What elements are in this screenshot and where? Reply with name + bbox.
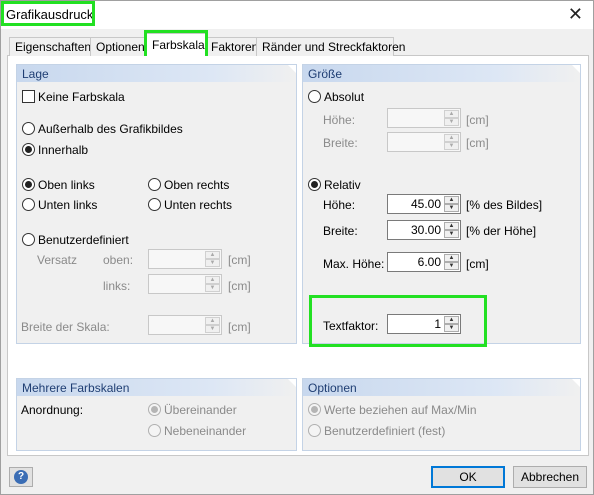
- tab-eigenschaften[interactable]: Eigenschaften: [9, 37, 91, 56]
- max-min-label: Werte beziehen auf Max/Min: [324, 403, 477, 417]
- group-groesse-header: Größe: [303, 65, 580, 82]
- dialog-window: Grafikausdruck ✕ Eigenschaften Optionen …: [0, 0, 594, 495]
- rel-height-spinner[interactable]: 45.00 ▲ ▼: [387, 194, 461, 214]
- outside-label: Außerhalb des Grafikbildes: [38, 122, 183, 136]
- group-optionen-header: Optionen: [303, 379, 580, 396]
- absolute-radio[interactable]: [308, 90, 321, 103]
- max-height-unit: [cm]: [466, 257, 489, 271]
- bottom-left-radio[interactable]: [22, 198, 35, 211]
- scale-width-label: Breite der Skala:: [21, 320, 110, 334]
- spin-down-icon[interactable]: ▼: [205, 284, 220, 292]
- max-min-radio[interactable]: [308, 403, 321, 416]
- side-by-side-radio[interactable]: [148, 424, 161, 437]
- abs-height-spinner[interactable]: ▲ ▼: [387, 108, 461, 128]
- top-left-radio[interactable]: [22, 178, 35, 191]
- arrangement-label: Anordnung:: [21, 403, 84, 417]
- max-height-label: Max. Höhe:: [323, 257, 385, 271]
- inside-label: Innerhalb: [38, 143, 89, 157]
- rel-width-label: Breite:: [323, 224, 358, 238]
- no-scale-checkbox[interactable]: [22, 90, 35, 103]
- spin-down-icon[interactable]: ▼: [444, 262, 459, 270]
- spin-down-icon[interactable]: ▼: [205, 325, 220, 333]
- top-left-label: Oben links: [38, 178, 95, 192]
- offset-top-unit: [cm]: [228, 253, 251, 267]
- custom-label: Benutzerdefiniert: [38, 233, 129, 247]
- outside-radio[interactable]: [22, 122, 35, 135]
- rel-width-unit: [% der Höhe]: [466, 224, 537, 238]
- spin-down-icon[interactable]: ▼: [444, 230, 459, 238]
- group-optionen: Optionen Werte beziehen auf Max/Min Benu…: [302, 378, 581, 451]
- help-icon: ?: [14, 470, 28, 484]
- scale-width-unit: [cm]: [228, 320, 251, 334]
- custom-fixed-radio[interactable]: [308, 424, 321, 437]
- spin-up-icon[interactable]: ▲: [444, 222, 459, 230]
- offset-top-spinner[interactable]: ▲ ▼: [148, 249, 222, 269]
- abs-width-unit: [cm]: [466, 136, 489, 150]
- bottom-right-label: Unten rechts: [164, 198, 233, 212]
- abs-height-label: Höhe:: [323, 113, 356, 127]
- spin-up-icon[interactable]: ▲: [444, 196, 459, 204]
- group-mehrere: Mehrere Farbskalen Anordnung: Übereinand…: [16, 378, 297, 451]
- max-height-spinner[interactable]: 6.00 ▲ ▼: [387, 252, 461, 272]
- rel-height-label: Höhe:: [323, 198, 356, 212]
- rel-height-unit: [% des Bildes]: [466, 198, 543, 212]
- inside-radio[interactable]: [22, 143, 35, 156]
- absolute-label: Absolut: [324, 90, 365, 104]
- spin-up-icon[interactable]: ▲: [444, 254, 459, 262]
- custom-radio[interactable]: [22, 233, 35, 246]
- spin-up-icon[interactable]: ▲: [444, 110, 459, 118]
- side-by-side-label: Nebeneinander: [164, 424, 247, 438]
- tab-raender[interactable]: Ränder und Streckfaktoren: [256, 37, 405, 56]
- custom-fixed-label: Benutzerdefiniert (fest): [324, 424, 446, 438]
- spin-down-icon[interactable]: ▼: [205, 259, 220, 267]
- offset-left-unit: [cm]: [228, 279, 251, 293]
- offset-left-spinner[interactable]: ▲ ▼: [148, 274, 222, 294]
- rel-width-spinner[interactable]: 30.00 ▲ ▼: [387, 220, 461, 240]
- group-lage-header: Lage: [17, 65, 296, 82]
- top-right-label: Oben rechts: [164, 178, 230, 192]
- scale-width-spinner[interactable]: ▲ ▼: [148, 315, 222, 335]
- stacked-radio[interactable]: [148, 403, 161, 416]
- rel-width-value[interactable]: 30.00: [390, 223, 441, 237]
- offset-top-label: oben:: [103, 253, 134, 267]
- relative-label: Relativ: [324, 178, 361, 192]
- title-highlight: [1, 1, 95, 26]
- group-lage: Lage Keine Farbskala Außerhalb des Grafi…: [16, 64, 297, 344]
- spin-down-icon[interactable]: ▼: [444, 118, 459, 126]
- max-height-value[interactable]: 6.00: [390, 255, 441, 269]
- abs-width-spinner[interactable]: ▲ ▼: [387, 132, 461, 152]
- spin-down-icon[interactable]: ▼: [444, 204, 459, 212]
- offset-left-label: links:: [103, 279, 131, 293]
- bottom-right-radio[interactable]: [148, 198, 161, 211]
- tab-faktoren[interactable]: Faktoren: [205, 37, 258, 56]
- tab-optionen[interactable]: Optionen: [90, 37, 145, 56]
- ok-button[interactable]: OK: [431, 466, 505, 488]
- tab-panel: Lage Keine Farbskala Außerhalb des Grafi…: [7, 56, 589, 456]
- relative-radio[interactable]: [308, 178, 321, 191]
- stacked-label: Übereinander: [164, 403, 237, 417]
- bottom-left-label: Unten links: [38, 198, 98, 212]
- abs-width-label: Breite:: [323, 136, 358, 150]
- spin-up-icon[interactable]: ▲: [205, 276, 220, 284]
- no-scale-label: Keine Farbskala: [38, 90, 125, 104]
- offset-label: Versatz: [37, 253, 78, 267]
- spin-up-icon[interactable]: ▲: [205, 251, 220, 259]
- spin-up-icon[interactable]: ▲: [205, 317, 220, 325]
- abs-height-unit: [cm]: [466, 113, 489, 127]
- spin-down-icon[interactable]: ▼: [444, 142, 459, 150]
- spin-up-icon[interactable]: ▲: [444, 134, 459, 142]
- rel-height-value[interactable]: 45.00: [390, 197, 441, 211]
- group-mehrere-header: Mehrere Farbskalen: [17, 379, 296, 396]
- top-right-radio[interactable]: [148, 178, 161, 191]
- close-icon[interactable]: ✕: [568, 4, 583, 24]
- help-button[interactable]: ?: [9, 467, 33, 487]
- text-factor-highlight: [309, 295, 487, 347]
- cancel-button[interactable]: Abbrechen: [513, 466, 587, 488]
